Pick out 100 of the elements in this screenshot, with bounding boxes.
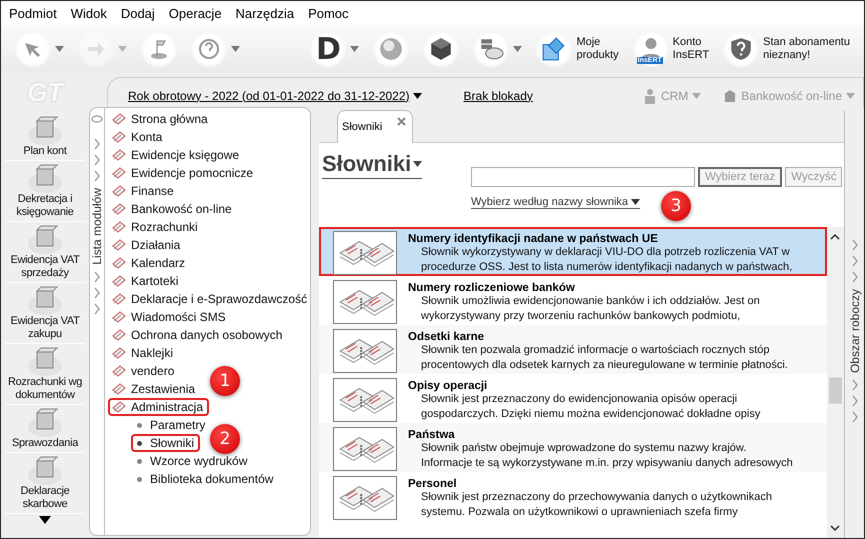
caret-icon [412,92,422,98]
down-arrow-icon[interactable] [39,516,51,524]
module-item[interactable]: Wiadomości SMS [108,308,232,326]
binder-icon [333,329,397,373]
module-item[interactable]: Strona główna [108,110,214,128]
page-icon [111,202,126,216]
shortcut-button[interactable]: Sprawozdania [5,407,85,453]
stack-icon [25,224,65,254]
module-item[interactable]: Ochrona danych osobowych [108,326,288,344]
chevron-icon[interactable] [93,137,101,151]
binder-icon [333,427,397,471]
stack-icon [25,407,65,437]
caret-icon [55,46,64,52]
chevron-icon[interactable] [850,394,858,408]
chevron-icon[interactable] [850,378,858,392]
chevron-icon[interactable] [850,238,858,252]
fiscal-year-link[interactable]: Rok obrotowy - 2022 (od 01-01-2022 do 31-12-2022) [128,88,422,102]
chevron-icon[interactable] [850,254,858,268]
module-item[interactable]: Ewidencje pomocnicze [108,164,260,182]
globe-icon [378,36,404,62]
tiles-icon [541,36,568,62]
shortcut-button[interactable]: Rozrachunki wg dokumentów [5,346,85,405]
page-icon [111,148,126,162]
caret-icon [513,46,522,52]
page-icon [111,364,126,378]
page-icon [111,166,126,180]
page-icon [111,112,126,126]
module-item[interactable]: Zestawienia [108,380,202,398]
menu-item[interactable]: Dodaj [120,6,155,20]
chevron-icon[interactable] [93,169,101,183]
filter-link[interactable]: Wybierz według nazwy słownika [471,196,640,209]
chevron-icon[interactable] [93,286,101,300]
person-icon [642,88,657,104]
caret-icon [118,46,127,52]
tab[interactable]: Słowniki [337,110,413,143]
binder-icon [333,476,397,520]
dictionary-row[interactable]: Odsetki karne Słownik ten pozwala gromadzić informacje o wartościach rocznych stóp procentowych dla odsetek karnych za nieuregulowane w terminie płatności. [319,325,827,374]
search-field[interactable] [471,167,695,187]
shortcut-button[interactable]: Deklaracje skarbowe [5,455,85,514]
chevron-icon[interactable] [93,302,101,316]
binder-icon [333,378,397,422]
page-icon [111,400,126,414]
page-title[interactable]: Słowniki [322,151,422,179]
module-item[interactable]: Działania [108,236,186,254]
menu-item[interactable]: Podmiot [9,6,57,20]
module-item[interactable]: Kalendarz [108,254,192,272]
toolbar-button[interactable] [473,31,522,67]
scrollbar[interactable] [827,227,844,538]
shortcut-button[interactable]: Plan kont [5,115,85,161]
stack-icon [25,455,65,485]
chevron-icon[interactable] [93,153,101,167]
menu-item[interactable]: Narzędzia [236,6,294,20]
page-icon [111,310,126,324]
page-icon [111,328,126,342]
stack-icon [25,163,65,193]
module-item[interactable]: Naklejki [108,344,180,362]
page-icon [111,274,126,288]
submodule-item[interactable]: Wzorce wydruków [131,452,254,470]
page-icon [111,346,126,360]
lock-link[interactable]: Brak blokady [464,88,533,102]
caret-icon [231,46,240,52]
help-icon [197,37,221,61]
module-item[interactable]: Ewidencje księgowe [108,146,246,164]
page-icon [111,382,126,396]
stack-icon [25,115,65,145]
chevron-icon[interactable] [850,410,858,424]
page-icon [111,256,126,270]
menu-item[interactable]: Widok [70,6,107,20]
shortcut-button[interactable]: Dekretacja i księgowanie [5,163,85,222]
page-icon [111,184,126,198]
close-icon[interactable] [397,117,406,126]
dictionary-row[interactable]: Państwa Słownik państw obejmuje wprowadzone do systemu nazwy krajów. Informacje te są wykorzystywane m.in. przy wpisywaniu danych adresowych [319,423,827,472]
menu-item[interactable]: Operacje [168,6,222,20]
toolbar-button[interactable]: Moje produkty [536,31,619,67]
page-icon [111,130,126,144]
toolbar-button[interactable]: Stan abonamentu nieznany! [723,31,850,67]
menu-item[interactable]: Pomoc [308,6,349,20]
shortcut-button[interactable]: Ewidencja VAT zakupu [5,285,85,344]
caret-icon [631,199,640,205]
callout-badge: 1 [210,366,240,396]
workspace-label[interactable]: Obszar roboczy [848,289,862,374]
binder-icon [333,231,397,275]
module-item[interactable]: Rozrachunki [108,218,204,236]
module-list-label[interactable]: Lista modułów [90,188,104,265]
stack-icon [25,285,65,315]
caret-icon [846,92,855,98]
callout-badge: 3 [661,191,691,221]
module-item[interactable]: Deklaracje i e-Sprawozdawczość [108,290,314,308]
caret-icon [350,46,360,52]
chevron-icon[interactable] [93,270,101,284]
chevron-icon[interactable] [850,270,858,284]
caret-icon [413,161,422,167]
module-item[interactable]: Bankowość on-line [108,200,238,218]
module-item[interactable]: Finanse [108,182,180,200]
submodule-item[interactable]: Biblioteka dokumentów [131,470,280,488]
module-item[interactable]: Kartoteki [108,272,184,290]
binder-icon [333,280,397,324]
shortcut-button[interactable]: Ewidencja VAT sprzedaży [5,224,85,283]
stack-icon [25,346,65,376]
module-item[interactable]: Konta [108,128,168,146]
